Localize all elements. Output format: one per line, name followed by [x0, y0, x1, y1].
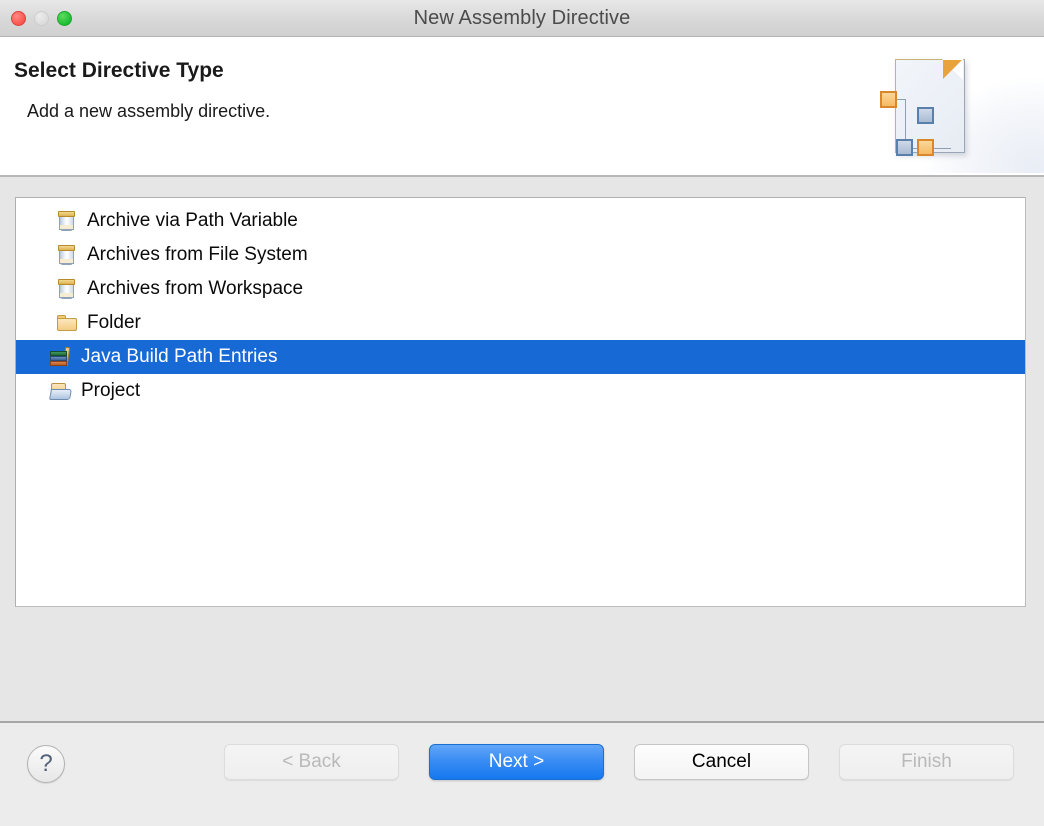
window-controls	[11, 0, 72, 36]
assembly-document-icon	[859, 37, 1044, 173]
folder-icon	[56, 311, 78, 335]
help-icon[interactable]: ?	[27, 745, 65, 783]
finish-button[interactable]: Finish	[839, 744, 1014, 780]
list-item[interactable]: Folder	[16, 306, 1025, 340]
zoom-button[interactable]	[57, 10, 72, 26]
page-description: Add a new assembly directive.	[27, 101, 271, 121]
list-item-label: Archives from Workspace	[87, 278, 304, 299]
list-item-label: Folder	[87, 312, 141, 333]
title-bar: New Assembly Directive	[0, 0, 1044, 37]
next-button[interactable]: Next >	[429, 744, 604, 780]
jar-icon	[56, 243, 78, 267]
directive-type-list[interactable]: Archive via Path Variable Archives from …	[15, 197, 1026, 607]
jar-icon	[56, 209, 78, 233]
dialog-window: New Assembly Directive Select Directive …	[0, 0, 1044, 826]
close-button[interactable]	[11, 10, 26, 26]
list-item-label: Project	[81, 380, 141, 401]
list-item[interactable]: Archives from Workspace	[16, 272, 1025, 306]
window-title: New Assembly Directive	[413, 6, 631, 29]
list-item[interactable]: Archive via Path Variable	[16, 204, 1025, 238]
list-item-label: Archives from File System	[87, 244, 308, 265]
back-button[interactable]: < Back	[224, 744, 399, 780]
list-item-label: Archive via Path Variable	[87, 210, 298, 231]
page-title: Select Directive Type	[14, 59, 224, 82]
list-item-label: Java Build Path Entries	[81, 346, 278, 367]
wizard-header: Select Directive Type Add a new assembly…	[0, 37, 1044, 177]
open-folder-icon	[49, 379, 72, 403]
directive-type-list-items: Archive via Path Variable Archives from …	[16, 198, 1025, 408]
list-item[interactable]: Project	[16, 374, 1025, 408]
books-icon	[50, 345, 72, 369]
cancel-button[interactable]: Cancel	[634, 744, 809, 780]
minimize-button[interactable]	[34, 10, 49, 26]
button-row: < Back Next > Cancel Finish	[224, 744, 1014, 780]
jar-icon	[56, 277, 78, 301]
list-item[interactable]: Archives from File System	[16, 238, 1025, 272]
dialog-footer: ? < Back Next > Cancel Finish	[0, 721, 1044, 826]
list-item-selected[interactable]: Java Build Path Entries	[16, 340, 1025, 374]
dialog-body: Archive via Path Variable Archives from …	[0, 177, 1044, 721]
